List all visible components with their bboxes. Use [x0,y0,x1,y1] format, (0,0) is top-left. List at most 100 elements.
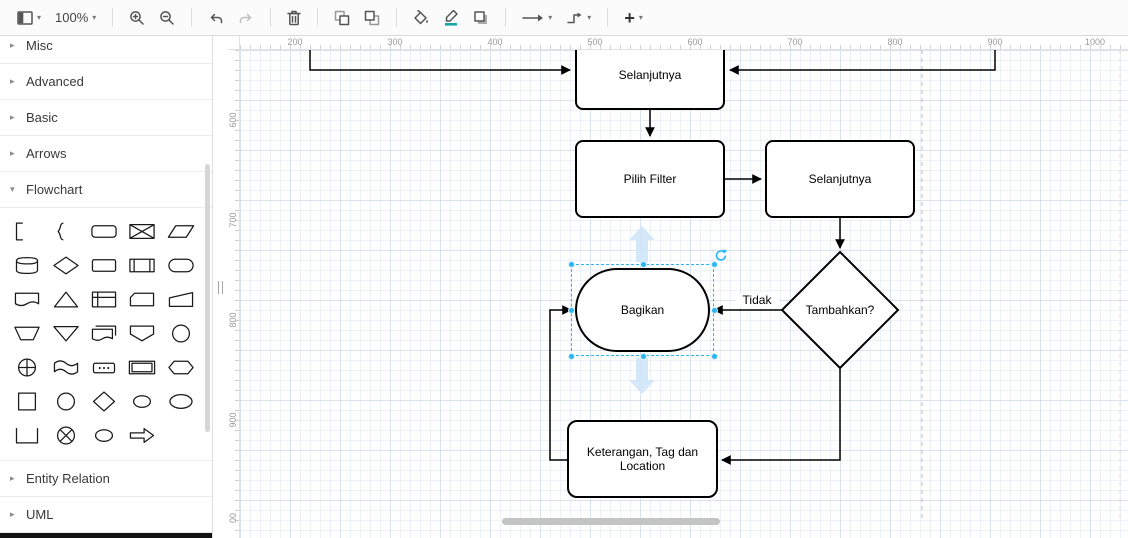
chevron-right-icon: ▸ [10,148,15,158]
page-view-icon [17,10,33,25]
shape-manual-operation[interactable] [8,316,46,350]
shadow-button[interactable] [467,6,495,30]
selection-handle-top-middle[interactable] [640,261,647,268]
collate-shape-icon [129,223,156,239]
edge-label-tidak[interactable]: Tidak [735,293,779,307]
sidebar-resize-gutter[interactable] [213,36,228,538]
waypoint-style-button[interactable]: ▾ [560,8,597,28]
shape-terminator[interactable] [162,248,200,282]
redo-button[interactable] [232,7,260,29]
shape-arrow-right[interactable] [123,418,161,452]
selection-handle-top-right[interactable] [711,261,718,268]
node-selanjutnya-right[interactable]: Selanjutnya [765,140,915,218]
shape-card[interactable] [123,282,161,316]
selection-handle-bottom-middle[interactable] [640,353,647,360]
undo-button[interactable] [202,7,230,29]
shape-ellipse-small[interactable] [123,384,161,418]
shape-rounded-rectangle[interactable] [85,214,123,248]
shape-multi-document[interactable] [85,316,123,350]
sidebar-section-entity-relation[interactable]: ▸ Entity Relation [0,461,212,497]
shape-process[interactable] [85,248,123,282]
drawing-canvas[interactable]: Selanjutnya Pilih Filter Selanjutnya Tam… [240,50,1128,538]
node-bagikan[interactable]: Bagikan [575,268,710,352]
to-back-button[interactable] [358,6,386,30]
insert-button[interactable]: + ▾ [618,8,649,28]
shape-sidebar: ▸ Misc ▸ Advanced ▸ Basic ▸ Arrows ▾ Flo… [0,36,213,538]
selection-handle-bottom-left[interactable] [568,353,575,360]
toolbar-separator [191,8,193,27]
zoom-in-icon [130,10,145,25]
shape-database[interactable] [8,248,46,282]
ruler-number: 400 [487,37,503,47]
shape-circle[interactable] [46,384,84,418]
shape-diamond[interactable] [85,384,123,418]
sidebar-section-label: Advanced [26,74,84,89]
node-selanjutnya-top[interactable]: Selanjutnya [575,50,725,110]
selection-handle-middle-right[interactable] [711,307,718,314]
bracket-shape-icon [16,221,23,241]
shape-decision[interactable] [46,248,84,282]
chevron-right-icon: ▸ [10,473,15,483]
chevron-right-icon: ▸ [10,76,15,86]
zoom-select[interactable]: 100% ▾ [49,6,102,29]
shape-internal-storage[interactable] [85,282,123,316]
ruler-corner [228,36,240,50]
circle-cross-shape-icon [56,425,75,445]
manual-input-shape-icon [168,291,193,307]
edge-loop-left-to-top[interactable] [309,50,571,75]
sidebar-section-uml[interactable]: ▸ UML [0,497,212,533]
shape-paper-tape[interactable] [46,350,84,384]
shape-ellipse[interactable] [162,384,200,418]
node-keterangan[interactable]: Keterangan, Tag dan Location [567,420,718,498]
shape-container[interactable] [8,418,46,452]
sidebar-section-basic[interactable]: ▸ Basic [0,100,212,136]
shape-annotation[interactable] [85,350,123,384]
fill-color-button[interactable] [407,6,435,30]
connection-style-button[interactable]: ▾ [516,9,558,27]
node-pilih-filter[interactable]: Pilih Filter [575,140,725,218]
triangle-shape-icon [53,291,78,307]
delete-button[interactable] [281,6,307,30]
shape-display[interactable] [123,350,161,384]
direction-arrow-down-icon[interactable] [629,358,655,394]
selection-handle-middle-left[interactable] [568,307,575,314]
shape-summing-junction[interactable] [8,350,46,384]
terminator-shape-icon [168,258,194,272]
view-button[interactable]: ▾ [11,7,47,29]
shape-document[interactable] [8,282,46,316]
shape-square[interactable] [8,384,46,418]
shadow-icon [474,10,488,24]
shape-preparation[interactable] [162,350,200,384]
ruler-number: 700 [228,212,238,228]
shape-brace[interactable] [46,214,84,248]
sidebar-section-advanced[interactable]: ▸ Advanced [0,64,212,100]
shape-extract[interactable] [46,282,84,316]
sidebar-section-arrows[interactable]: ▸ Arrows [0,136,212,172]
shape-collate[interactable] [123,214,161,248]
rotate-handle[interactable] [714,248,728,262]
shape-manual-input[interactable] [162,282,200,316]
shape-bracket[interactable] [8,214,46,248]
shape-or[interactable] [46,418,84,452]
sidebar-scrollbar[interactable] [205,164,210,432]
zoom-out-button[interactable] [153,6,181,30]
edge-loop-right-to-top[interactable] [729,50,996,75]
shape-off-page-connector[interactable] [123,316,161,350]
shape-connector[interactable] [162,316,200,350]
sidebar-section-misc[interactable]: ▸ Misc [0,36,212,64]
rotate-icon [715,249,728,261]
shape-parallelogram[interactable] [162,214,200,248]
to-front-button[interactable] [328,6,356,30]
zoom-in-button[interactable] [123,6,151,30]
sidebar-section-flowchart[interactable]: ▾ Flowchart [0,172,212,208]
selection-handle-top-left[interactable] [568,261,575,268]
shape-oval[interactable] [85,418,123,452]
shape-predefined-process[interactable] [123,248,161,282]
edge-tambahkan-to-keterangan[interactable] [721,368,841,465]
shape-merge[interactable] [46,316,84,350]
direction-arrow-up-icon[interactable] [629,226,655,262]
node-tambahkan-label[interactable]: Tambahkan? [782,252,898,368]
selection-handle-bottom-right[interactable] [711,353,718,360]
line-color-button[interactable] [437,5,465,30]
horizontal-scrollbar[interactable] [502,518,720,525]
